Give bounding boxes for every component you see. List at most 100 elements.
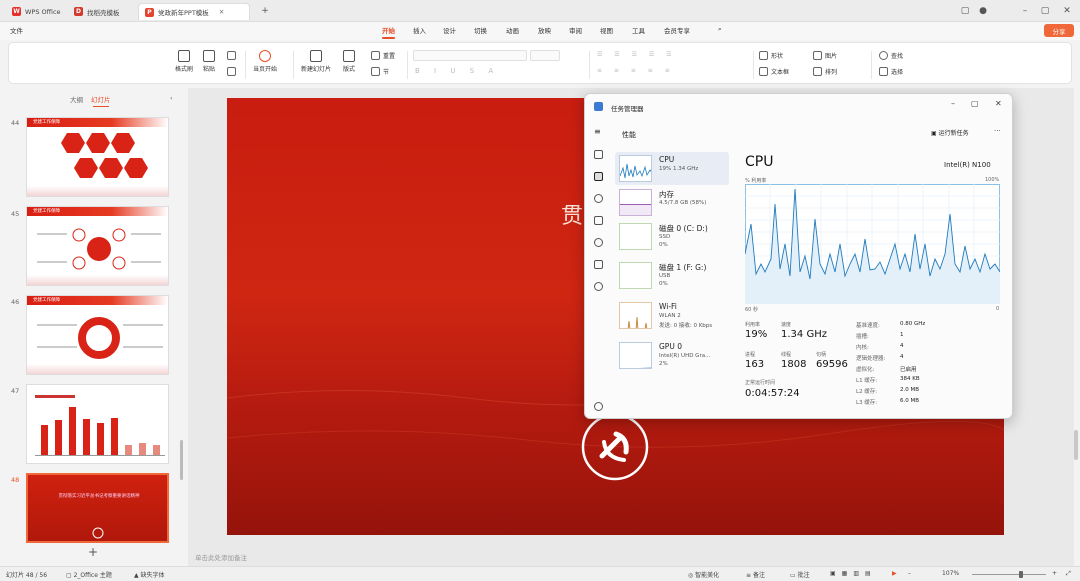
zoom-level[interactable]: 107% — [942, 570, 959, 577]
notes-input[interactable]: 单击此处添加备注 — [195, 552, 247, 562]
details-icon[interactable] — [594, 260, 603, 269]
tab-templates[interactable]: D 找稻壳模板 — [68, 3, 126, 20]
picture-button[interactable]: 图片 — [813, 51, 837, 60]
slide-thumbnail-47[interactable] — [26, 384, 169, 464]
run-new-task-button[interactable]: ▣ 运行新任务 — [931, 128, 969, 137]
tab-wps-office[interactable]: W WPS Office — [6, 3, 67, 20]
zoom-slider[interactable] — [972, 574, 1046, 575]
missing-font-button[interactable]: ▲ 缺失字体 — [134, 570, 165, 579]
virtualization-label: 虚拟化: — [856, 367, 875, 373]
hamburger-menu-icon[interactable]: ≡ — [594, 127, 601, 136]
share-button[interactable]: 分享 — [1044, 24, 1074, 37]
minimize-icon[interactable]: – — [951, 99, 955, 108]
slide-thumbnail-48[interactable]: 贯彻落实习近平总书记考察重要讲话精神 — [26, 473, 169, 543]
menu-design[interactable]: 设计 — [443, 25, 456, 35]
more-options-icon[interactable]: ··· — [994, 127, 1001, 135]
settings-icon[interactable] — [594, 402, 603, 411]
tab-presentation[interactable]: P 党政新年PPT模板 ✕ — [138, 3, 250, 20]
font-size-select[interactable] — [530, 50, 560, 61]
smart-beautify-button[interactable]: ◎ 智能美化 — [688, 570, 719, 579]
minimize-icon[interactable]: – — [1018, 4, 1032, 18]
paste-button[interactable]: 粘贴 — [203, 50, 215, 73]
find-button[interactable]: 查找 — [879, 51, 903, 60]
reset-button[interactable]: 重置 — [371, 51, 395, 60]
fit-window-icon[interactable]: ⤢ — [1066, 570, 1071, 578]
close-window-icon[interactable]: ✕ — [1060, 4, 1074, 18]
menu-view[interactable]: 视图 — [600, 25, 613, 35]
menu-file[interactable]: 文件 — [10, 25, 23, 35]
menu-tools[interactable]: 工具 — [632, 25, 645, 35]
device-disk-1[interactable]: 磁盘 1 (F: G:) USB 0% — [615, 259, 729, 292]
tab-outline[interactable]: 大纲 — [70, 94, 83, 104]
maximize-icon[interactable]: ▢ — [1038, 4, 1052, 18]
slide-thumbnail-44[interactable]: 党建工作保障 — [26, 117, 169, 197]
performance-icon[interactable] — [594, 172, 603, 181]
font-family-select[interactable] — [413, 50, 527, 61]
startup-apps-icon[interactable] — [594, 216, 603, 225]
theme-name[interactable]: ▢ 2_Office 主题 — [66, 570, 112, 579]
select-button[interactable]: 选择 — [879, 67, 903, 76]
find-icon — [879, 51, 888, 60]
section-title: 性能 — [622, 131, 636, 139]
ppt-logo-icon: P — [145, 7, 154, 17]
zoom-slider-handle[interactable] — [1019, 571, 1023, 578]
copy-button[interactable] — [227, 67, 236, 76]
menu-member[interactable]: 会员专享 — [664, 25, 690, 35]
new-slide-button[interactable]: 新建幻灯片 — [301, 50, 331, 73]
paragraph-buttons[interactable]: ☰ ☰ ☰ ☰ ☰ — [597, 51, 677, 58]
base-speed-label: 基准速度: — [856, 323, 880, 329]
processes-value: 163 — [745, 359, 765, 370]
label: 重置 — [383, 53, 396, 60]
section-button[interactable]: 节 — [371, 67, 389, 76]
notes-toggle[interactable]: ≡ 备注 — [746, 570, 765, 579]
maximize-icon[interactable]: ▢ — [971, 99, 979, 108]
close-icon[interactable]: ✕ — [995, 99, 1002, 108]
device-cpu[interactable]: CPU 19% 1.34 GHz — [615, 152, 729, 185]
services-icon[interactable] — [594, 282, 603, 291]
slide-thumbnail-46[interactable]: 党建工作保障 — [26, 295, 169, 375]
menu-slideshow[interactable]: 放映 — [538, 25, 551, 35]
format-painter-button[interactable]: 格式刷 — [175, 50, 193, 73]
add-slide-button[interactable]: + — [88, 545, 98, 559]
align-buttons[interactable]: ≡ ≡ ≡ ≡ ≡ — [597, 67, 675, 74]
app-history-icon[interactable] — [594, 194, 603, 203]
text-format-buttons[interactable]: B I U S A — [415, 67, 499, 75]
arrange-button[interactable]: 排列 — [813, 67, 837, 76]
canvas-scrollbar[interactable] — [1074, 430, 1078, 460]
device-memory[interactable]: 内存 4.5/7.8 GB (58%) — [615, 186, 729, 219]
device-name: Wi-Fi — [659, 302, 677, 311]
layout-button[interactable]: 版式 — [343, 50, 355, 73]
menu-transition[interactable]: 切换 — [474, 25, 487, 35]
slide-thumbnail-45[interactable]: 党建工作保障 — [26, 206, 169, 286]
new-tab-icon[interactable]: + — [258, 4, 272, 18]
minimize-window-icon[interactable]: ▢ — [958, 4, 972, 18]
panel-scrollbar[interactable] — [180, 440, 183, 480]
slideshow-icon[interactable]: ▶ — [892, 570, 897, 577]
device-wifi[interactable]: Wi-Fi WLAN 2 发送: 0 接收: 0 Kbps — [615, 299, 729, 332]
play-from-current-button[interactable]: 当页开始 — [253, 50, 277, 73]
label: 批注 — [797, 572, 810, 579]
search-icon[interactable]: ⌕ — [718, 25, 722, 34]
processes-icon[interactable] — [594, 150, 603, 159]
users-icon[interactable] — [594, 238, 603, 247]
menu-review[interactable]: 审阅 — [569, 25, 582, 35]
device-gpu[interactable]: GPU 0 Intel(R) UHD Gra... 2% — [615, 339, 729, 372]
menu-animation[interactable]: 动画 — [506, 25, 519, 35]
menu-home[interactable]: 开始 — [382, 25, 395, 39]
cut-button[interactable] — [227, 51, 236, 60]
zoom-out-icon[interactable]: – — [908, 570, 911, 577]
collapse-panel-icon[interactable]: ‹ — [170, 94, 173, 102]
menu-insert[interactable]: 插入 — [413, 25, 426, 35]
close-tab-icon[interactable]: ✕ — [219, 8, 224, 16]
view-mode-buttons[interactable]: ▣▦▥▤ — [830, 570, 877, 577]
thumb-wave — [27, 364, 168, 374]
comments-toggle[interactable]: ▭ 批注 — [790, 570, 810, 579]
cores-value: 4 — [900, 343, 904, 349]
account-avatar-icon[interactable]: ● — [976, 4, 990, 18]
zoom-in-icon[interactable]: + — [1052, 570, 1057, 577]
shape-button[interactable]: 形状 — [759, 51, 783, 60]
device-disk-0[interactable]: 磁盘 0 (C: D:) SSD 0% — [615, 220, 729, 253]
task-manager-window[interactable]: 任务管理器 – ▢ ✕ ≡ 性能 ▣ 运行新任务 ··· CPU 19% 1.3… — [584, 93, 1013, 419]
textbox-button[interactable]: 文本框 — [759, 67, 789, 76]
tab-slides[interactable]: 幻灯片 — [91, 94, 111, 107]
